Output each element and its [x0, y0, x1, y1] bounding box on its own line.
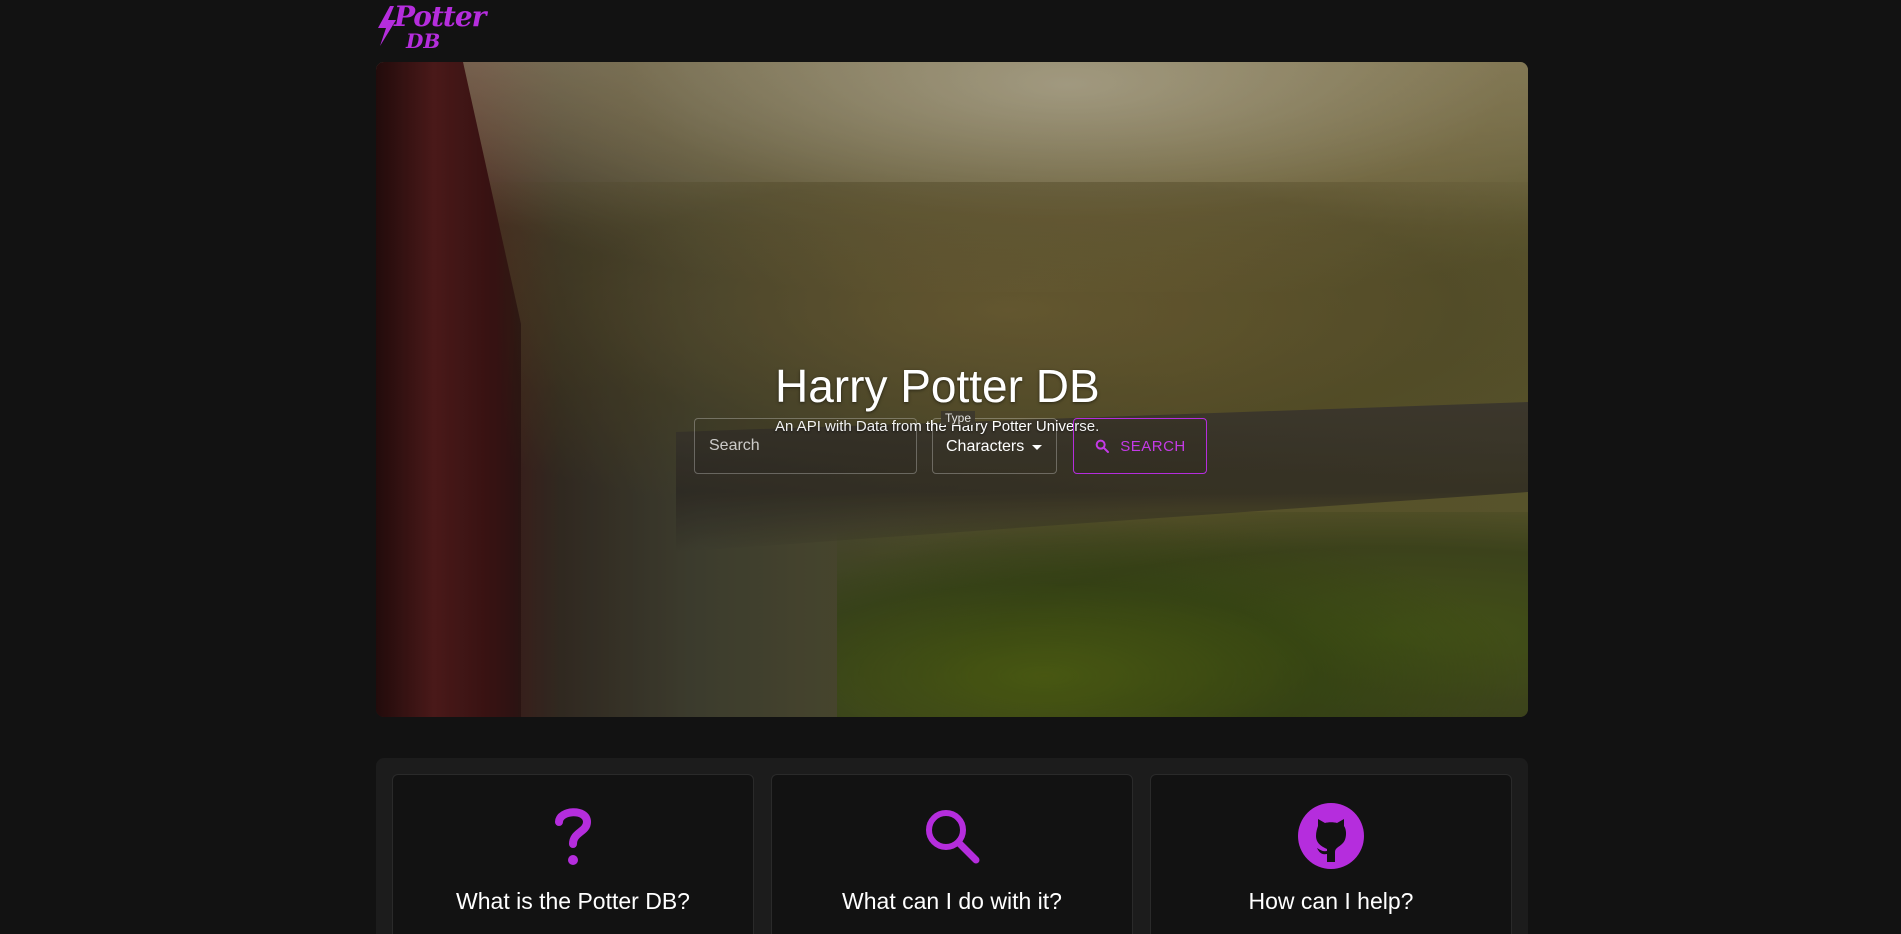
caret-down-icon: [1032, 445, 1042, 450]
feature-card-what-can: What can I do with it?: [771, 774, 1133, 934]
page: Potter DB Harry Potter DB An API with Da…: [0, 0, 1901, 934]
logo[interactable]: Potter DB: [376, 2, 486, 54]
type-select-value: Characters: [946, 438, 1025, 455]
search-button[interactable]: SEARCH: [1073, 418, 1207, 474]
feature-card-title: What can I do with it?: [842, 888, 1062, 914]
search-button-label: SEARCH: [1120, 437, 1186, 455]
type-select[interactable]: Type Characters: [932, 411, 1057, 474]
logo-text-potter: Potter: [394, 0, 486, 33]
search-icon: [917, 801, 987, 871]
question-icon: [538, 801, 608, 871]
logo-text-db: DB: [406, 29, 441, 53]
search-field[interactable]: [694, 418, 917, 474]
hero-title: Harry Potter DB: [775, 360, 1100, 412]
feature-card-title: What is the Potter DB?: [456, 888, 690, 914]
feature-card-how-help: How can I help?: [1150, 774, 1512, 934]
search-icon: [1095, 439, 1110, 453]
type-select-label: Type: [941, 411, 976, 425]
search-input[interactable]: [695, 419, 916, 473]
github-icon: [1296, 801, 1366, 871]
hero-banner: Harry Potter DB An API with Data from th…: [376, 62, 1528, 717]
feature-card-what-is: What is the Potter DB?: [392, 774, 754, 934]
features-panel: What is the Potter DB? What can I do wit…: [376, 758, 1528, 934]
feature-card-title: How can I help?: [1248, 888, 1414, 914]
